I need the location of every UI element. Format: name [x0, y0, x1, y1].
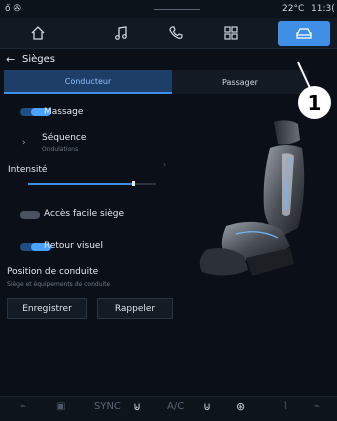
driving-position-subtitle: Siège et équipements de conduite	[7, 281, 111, 288]
recall-button[interactable]: Rappeler	[97, 298, 173, 319]
callout-badge: 1	[298, 86, 331, 119]
driving-position-label: Position de conduite	[7, 267, 99, 277]
status-bar: ő ✇ 22°C 11:3(	[0, 0, 337, 18]
seat-illustration	[199, 120, 305, 276]
tab-passenger[interactable]: Passager	[172, 70, 308, 94]
rear-defrost-icon[interactable]: ⊌	[133, 400, 141, 413]
sync-button[interactable]: SYNC	[94, 401, 121, 412]
sequence-label: Séquence	[42, 133, 87, 143]
page-header: ← Sièges	[0, 50, 337, 70]
top-nav	[0, 18, 337, 49]
intensity-label: Intensité	[8, 165, 48, 175]
toggle-knob	[20, 211, 40, 219]
signal-indicator: ő ✇	[5, 4, 21, 14]
visual-feedback-label: Retour visuel	[44, 241, 103, 251]
steering-heat-icon[interactable]: ⊛	[236, 400, 245, 413]
chevron-right-icon: ›	[163, 160, 167, 169]
sequence-value: Ondulations	[42, 146, 79, 153]
slider-fill	[28, 183, 133, 185]
nav-music[interactable]	[95, 18, 147, 48]
easy-access-toggle[interactable]	[20, 211, 40, 219]
phone-icon	[169, 26, 183, 39]
easy-access-label: Accès facile siège	[44, 209, 124, 219]
nav-phone[interactable]	[150, 18, 202, 48]
fan-speed-icon[interactable]: ⌁	[314, 401, 320, 412]
temperature: 22°C	[282, 4, 305, 14]
ac-button[interactable]: A/C	[167, 401, 184, 412]
intensity-slider[interactable]	[28, 181, 156, 186]
divider	[154, 9, 200, 10]
fan-icon[interactable]: ⌁	[20, 401, 26, 412]
massage-label: Massage	[44, 107, 84, 117]
nav-home[interactable]	[12, 18, 64, 48]
apps-icon	[224, 26, 238, 40]
sequence-row[interactable]: Séquence Ondulations	[36, 131, 166, 155]
page-title: Sièges	[22, 54, 55, 65]
temperature-icon[interactable]: ⌇	[283, 401, 288, 412]
massage-toggle[interactable]	[20, 108, 51, 116]
clock: 11:3(	[311, 4, 335, 14]
front-defrost-icon[interactable]: ⊍	[203, 400, 211, 413]
save-button[interactable]: Enregistrer	[7, 298, 87, 319]
seat-heat-icon[interactable]: ▣	[56, 401, 65, 412]
home-icon	[31, 26, 45, 40]
nav-apps[interactable]	[205, 18, 257, 48]
chevron-right-icon: ›	[22, 138, 26, 148]
seat-tabs: Conducteur Passager	[0, 70, 310, 94]
nav-vehicle[interactable]	[278, 21, 330, 46]
back-button[interactable]: ←	[6, 53, 15, 66]
slider-handle[interactable]	[131, 181, 135, 186]
music-icon	[115, 26, 127, 40]
tab-driver[interactable]: Conducteur	[4, 70, 172, 94]
visual-feedback-toggle[interactable]	[20, 243, 51, 251]
vehicle-icon	[296, 27, 312, 39]
